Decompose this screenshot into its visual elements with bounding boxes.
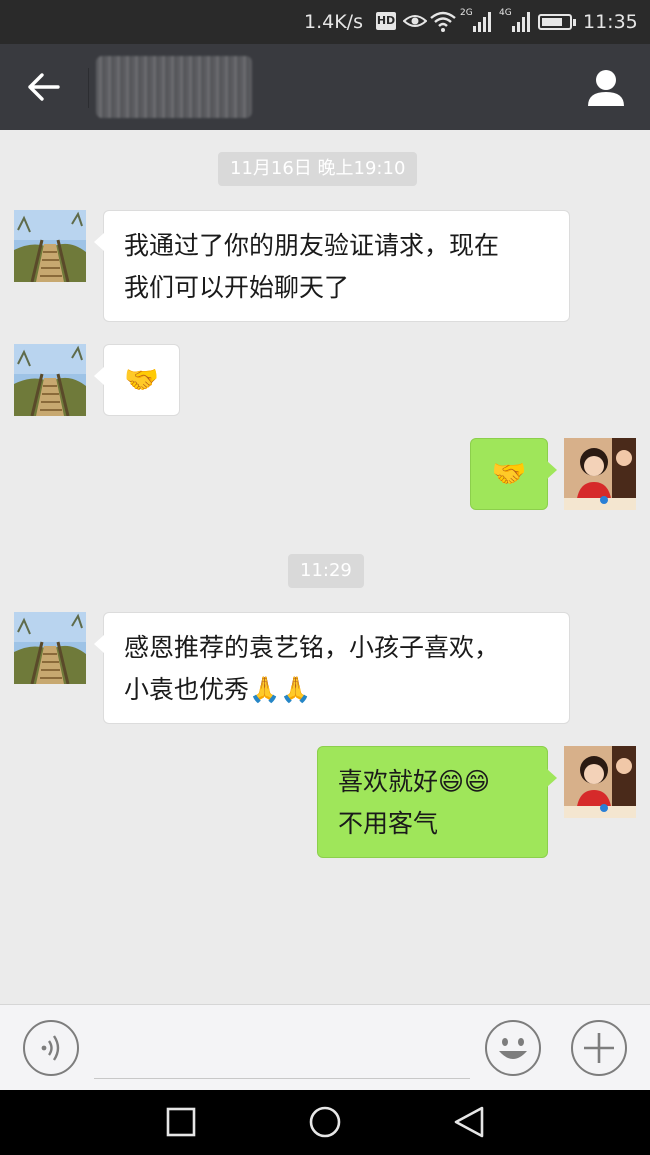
message-text: 喜欢就好😄😄: [338, 767, 491, 796]
contact-name-redacted: [96, 56, 252, 118]
back-button[interactable]: [20, 66, 66, 108]
back-nav-button[interactable]: [452, 1104, 488, 1144]
my-avatar[interactable]: [564, 746, 636, 818]
contact-avatar[interactable]: [14, 344, 86, 416]
timestamp: 11:29: [288, 554, 364, 588]
message-text: 感恩推荐的袁艺铭，小孩子喜欢，: [124, 633, 500, 662]
clock: 11:35: [583, 11, 638, 33]
emoji-button[interactable]: [484, 1019, 542, 1077]
stairs-landscape-image: [14, 344, 86, 416]
handshake-emoji: 🤝: [491, 457, 527, 490]
girl-portrait-image: [564, 438, 636, 510]
handshake-emoji: 🤝: [124, 363, 159, 396]
arrow-left-icon: [28, 73, 60, 101]
hd-icon: HD: [376, 12, 396, 30]
girl-portrait-image: [564, 746, 636, 818]
status-bar: 1.4K/s HD 2G 4G 11:35: [0, 0, 650, 44]
stairs-landscape-image: [14, 612, 86, 684]
contact-avatar[interactable]: [14, 210, 86, 282]
header-divider: [88, 68, 89, 108]
message-bubble-incoming[interactable]: 🤝: [94, 344, 180, 416]
message-text: 我通过了你的朋友验证请求，现在: [124, 231, 500, 260]
circle-home-icon: [309, 1106, 341, 1138]
chat-header: [0, 44, 650, 130]
network-speed: 1.4K/s: [304, 11, 363, 33]
eye-icon: [403, 15, 427, 27]
battery-level: [542, 18, 562, 26]
chat-info-button[interactable]: [582, 66, 630, 110]
smiley-icon: [485, 1020, 541, 1076]
signal-icon: [512, 12, 530, 32]
voice-icon: [23, 1020, 79, 1076]
message-text: 不用客气: [338, 809, 439, 838]
voice-button[interactable]: [22, 1019, 80, 1077]
stairs-landscape-image: [14, 210, 86, 282]
system-nav-bar: [0, 1090, 650, 1155]
input-bar: [0, 1004, 650, 1090]
message-bubble-outgoing[interactable]: 喜欢就好😄😄 不用客气: [317, 746, 557, 858]
wifi-icon: [430, 11, 456, 32]
battery-icon: [538, 14, 576, 30]
more-button[interactable]: [570, 1019, 628, 1077]
signal-icon: [473, 12, 491, 32]
timestamp: 11月16日 晚上19:10: [218, 152, 418, 186]
plus-icon: [571, 1020, 627, 1076]
triangle-back-icon: [454, 1106, 484, 1138]
message-text: 我们可以开始聊天了: [124, 273, 350, 302]
person-icon: [588, 70, 624, 106]
home-button[interactable]: [307, 1104, 343, 1144]
message-input[interactable]: [94, 1025, 470, 1079]
message-list[interactable]: 11月16日 晚上19:10 我通过了你的朋友验证请求，现在 我们可以开始聊天了: [0, 130, 650, 1004]
my-avatar[interactable]: [564, 438, 636, 510]
message-bubble-outgoing[interactable]: 🤝: [470, 438, 557, 510]
message-bubble-incoming[interactable]: 我通过了你的朋友验证请求，现在 我们可以开始聊天了: [94, 210, 570, 322]
square-recent-icon: [166, 1107, 196, 1137]
message-bubble-incoming[interactable]: 感恩推荐的袁艺铭，小孩子喜欢， 小袁也优秀🙏🙏: [94, 612, 570, 724]
message-text: 小袁也优秀🙏🙏: [124, 675, 312, 704]
recent-apps-button[interactable]: [164, 1104, 198, 1144]
contact-avatar[interactable]: [14, 612, 86, 684]
